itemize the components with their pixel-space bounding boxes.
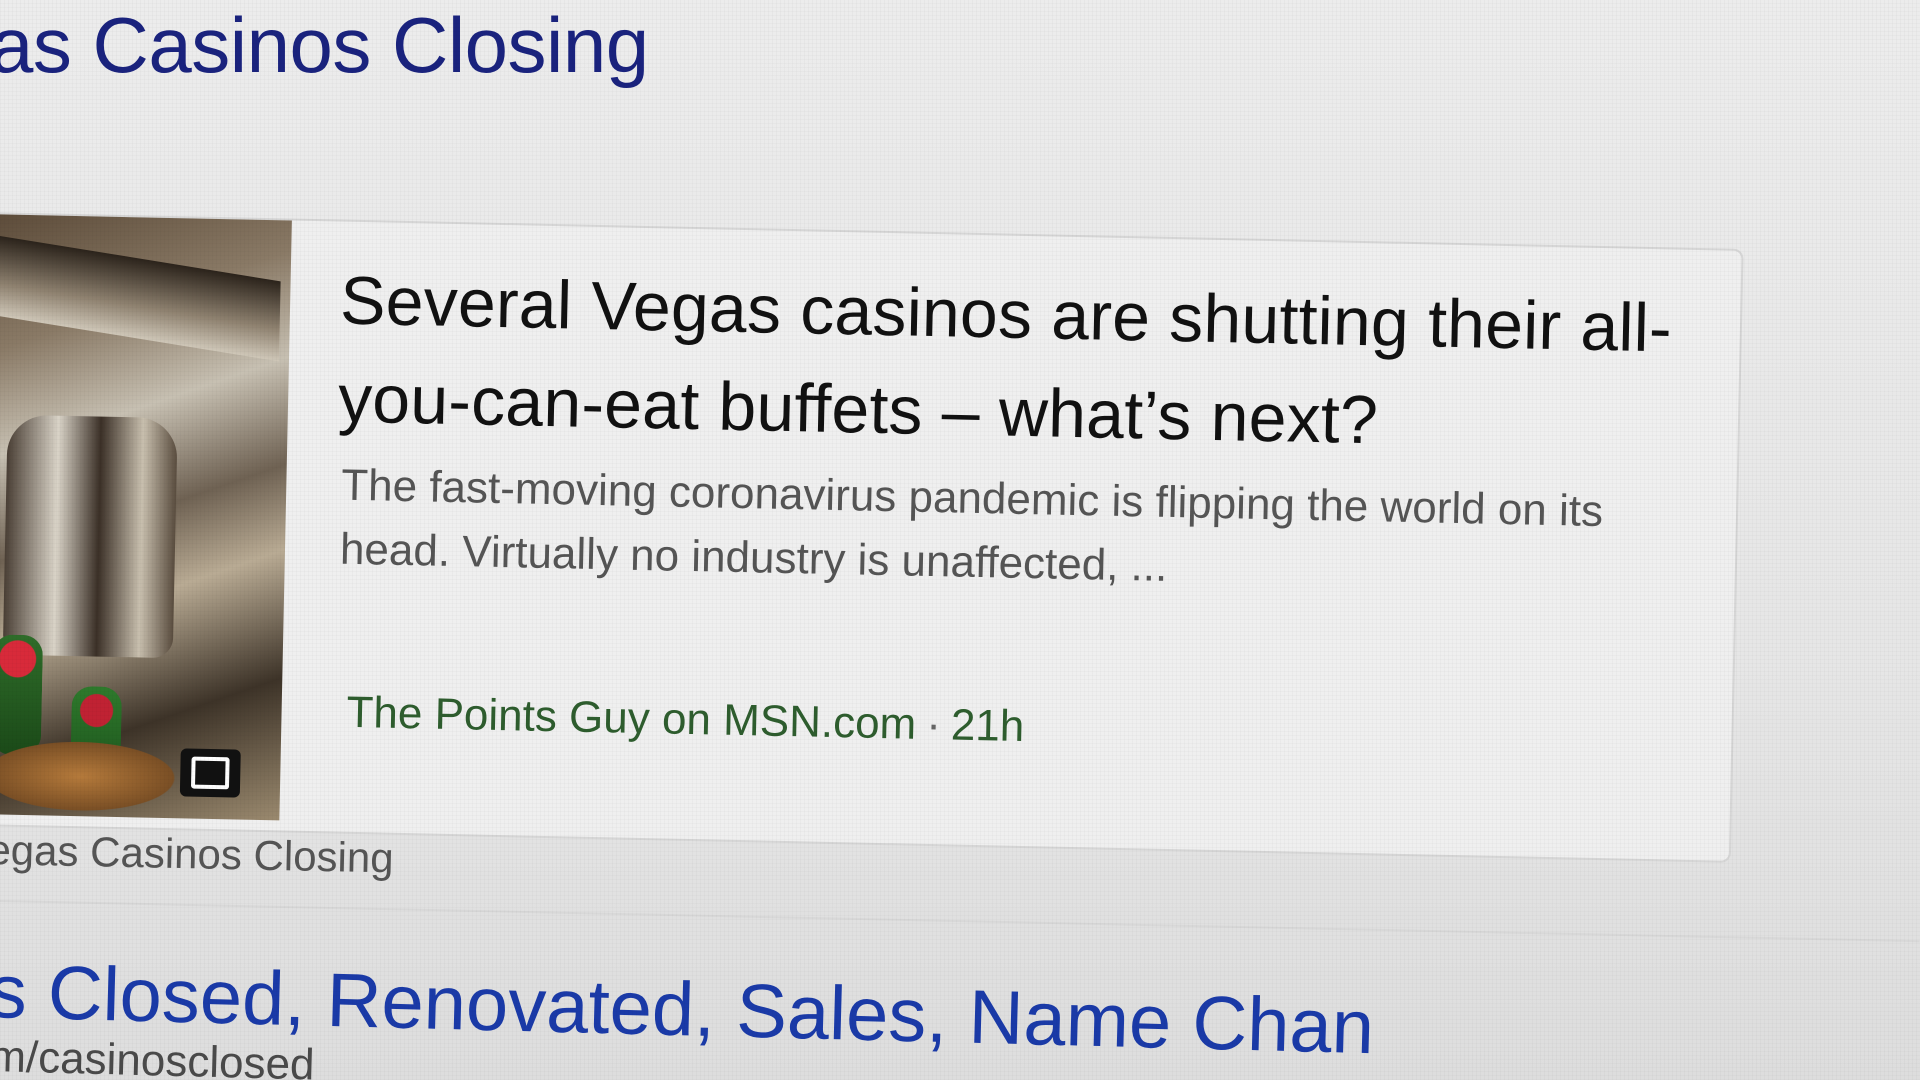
- news-source: The Points Guy on MSN.com: [346, 687, 917, 749]
- video-icon: [179, 748, 241, 798]
- related-caption-link[interactable]: egas Casinos Closing: [0, 826, 394, 882]
- news-card[interactable]: Several Vegas casinos are shutting their…: [0, 212, 1744, 863]
- divider: [0, 900, 1920, 943]
- source-separator: ·: [925, 699, 942, 750]
- news-snippet: The fast-moving coronavirus pandemic is …: [339, 460, 1604, 591]
- thumbnail-tray-shape: [0, 232, 281, 362]
- news-thumbnail[interactable]: [0, 214, 292, 821]
- news-age: 21h: [950, 700, 1025, 751]
- search-results-page: as Casinos Closing Several Vegas casinos…: [0, 0, 1920, 1080]
- thumbnail-bowl-shape: [0, 733, 192, 819]
- section-heading[interactable]: as Casinos Closing: [0, 0, 649, 91]
- search-result-url: m/casinosclosed: [0, 1032, 316, 1080]
- news-title-link[interactable]: Several Vegas casinos are shutting their…: [337, 252, 1701, 476]
- thumbnail-pot-shape: [2, 414, 178, 659]
- news-source-line: The Points Guy on MSN.com · 21h: [346, 688, 1025, 752]
